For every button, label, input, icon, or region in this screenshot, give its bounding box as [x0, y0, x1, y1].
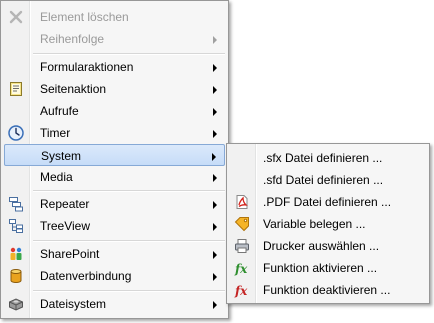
submenu-arrow-icon	[213, 223, 217, 231]
menu-item-label: Reihenfolge	[40, 32, 105, 46]
function-red-icon: fx	[234, 282, 250, 298]
menu-item-label: TreeView	[40, 219, 91, 233]
menu-item-label: Dateisystem	[40, 297, 107, 311]
treeview-icon	[8, 218, 24, 234]
menu-item-label: Drucker auswählen ...	[263, 239, 380, 253]
menu-item-dateisystem[interactable]: Dateisystem	[4, 293, 225, 315]
submenu-item-drucker-auswaehlen[interactable]: Drucker auswählen ...	[230, 235, 426, 257]
menu-item-label: Timer	[40, 126, 71, 140]
system-submenu: .sfx Datei definieren ... .sfd Datei def…	[226, 143, 430, 304]
delete-x-icon	[8, 9, 24, 25]
clock-icon	[8, 125, 24, 141]
sharepoint-icon	[8, 246, 24, 262]
page-action-icon	[8, 81, 24, 97]
submenu-arrow-icon	[213, 108, 217, 116]
submenu-arrow-icon	[212, 153, 216, 161]
submenu-item-variable-belegen[interactable]: Variable belegen ...	[230, 213, 426, 235]
database-icon	[8, 268, 24, 284]
menu-item-label: Funktion deaktivieren ...	[263, 283, 391, 297]
submenu-arrow-icon	[213, 36, 217, 44]
menu-item-aufrufe[interactable]: Aufrufe	[4, 100, 225, 122]
menu-item-seitenaktion[interactable]: Seitenaktion	[4, 78, 225, 100]
menu-item-label: Datenverbindung	[40, 269, 132, 283]
menu-item-label: Element löschen	[40, 10, 129, 24]
submenu-item-pdf-datei[interactable]: .PDF Datei definieren ...	[230, 191, 426, 213]
submenu-arrow-icon	[213, 273, 217, 281]
submenu-arrow-icon	[213, 130, 217, 138]
menu-item-label: Formularaktionen	[40, 60, 134, 74]
menu-item-label: .sfx Datei definieren ...	[263, 151, 383, 165]
menu-separator	[33, 190, 225, 192]
menu-item-label: Aufrufe	[40, 104, 79, 118]
menu-item-label: Funktion aktivieren ...	[263, 261, 378, 275]
filesystem-icon	[8, 296, 24, 312]
submenu-arrow-icon	[213, 301, 217, 309]
submenu-arrow-icon	[213, 174, 217, 182]
submenu-item-sfx-datei[interactable]: .sfx Datei definieren ...	[230, 147, 426, 169]
menu-item-datenverbindung[interactable]: Datenverbindung	[4, 265, 225, 287]
context-menu: Element löschen Reihenfolge Formularakti…	[0, 0, 229, 319]
menu-separator	[33, 240, 225, 242]
svg-text:fx: fx	[234, 284, 248, 298]
menu-item-label: Media	[40, 170, 73, 184]
function-green-icon: fx	[234, 260, 250, 276]
submenu-item-funktion-deaktivieren[interactable]: fx Funktion deaktivieren ...	[230, 279, 426, 301]
menu-separator	[33, 290, 225, 292]
menu-item-label: Variable belegen ...	[263, 217, 366, 231]
menu-item-system[interactable]: System	[4, 144, 225, 166]
menu-item-label: SharePoint	[40, 247, 100, 261]
menu-item-label: System	[41, 149, 82, 163]
menu-item-repeater[interactable]: Repeater	[4, 193, 225, 215]
menu-item-reihenfolge[interactable]: Reihenfolge	[4, 28, 225, 50]
submenu-arrow-icon	[213, 86, 217, 94]
menu-item-formularaktionen[interactable]: Formularaktionen	[4, 56, 225, 78]
menu-item-element-loeschen[interactable]: Element löschen	[4, 6, 225, 28]
menu-item-treeview[interactable]: TreeView	[4, 215, 225, 237]
menu-item-label: .PDF Datei definieren ...	[263, 195, 392, 209]
svg-text:fx: fx	[234, 262, 248, 276]
submenu-arrow-icon	[213, 201, 217, 209]
submenu-arrow-icon	[213, 64, 217, 72]
menu-item-label: Repeater	[40, 197, 90, 211]
submenu-item-sfd-datei[interactable]: .sfd Datei definieren ...	[230, 169, 426, 191]
menu-item-label: .sfd Datei definieren ...	[263, 173, 384, 187]
tag-icon	[234, 216, 250, 232]
pdf-icon	[234, 194, 250, 210]
submenu-item-funktion-aktivieren[interactable]: fx Funktion aktivieren ...	[230, 257, 426, 279]
menu-separator	[33, 53, 225, 55]
menu-item-timer[interactable]: Timer	[4, 122, 225, 144]
printer-icon	[234, 238, 250, 254]
menu-item-media[interactable]: Media	[4, 166, 225, 188]
menu-item-label: Seitenaktion	[40, 82, 107, 96]
repeater-icon	[8, 196, 24, 212]
submenu-arrow-icon	[213, 251, 217, 259]
menu-item-sharepoint[interactable]: SharePoint	[4, 243, 225, 265]
